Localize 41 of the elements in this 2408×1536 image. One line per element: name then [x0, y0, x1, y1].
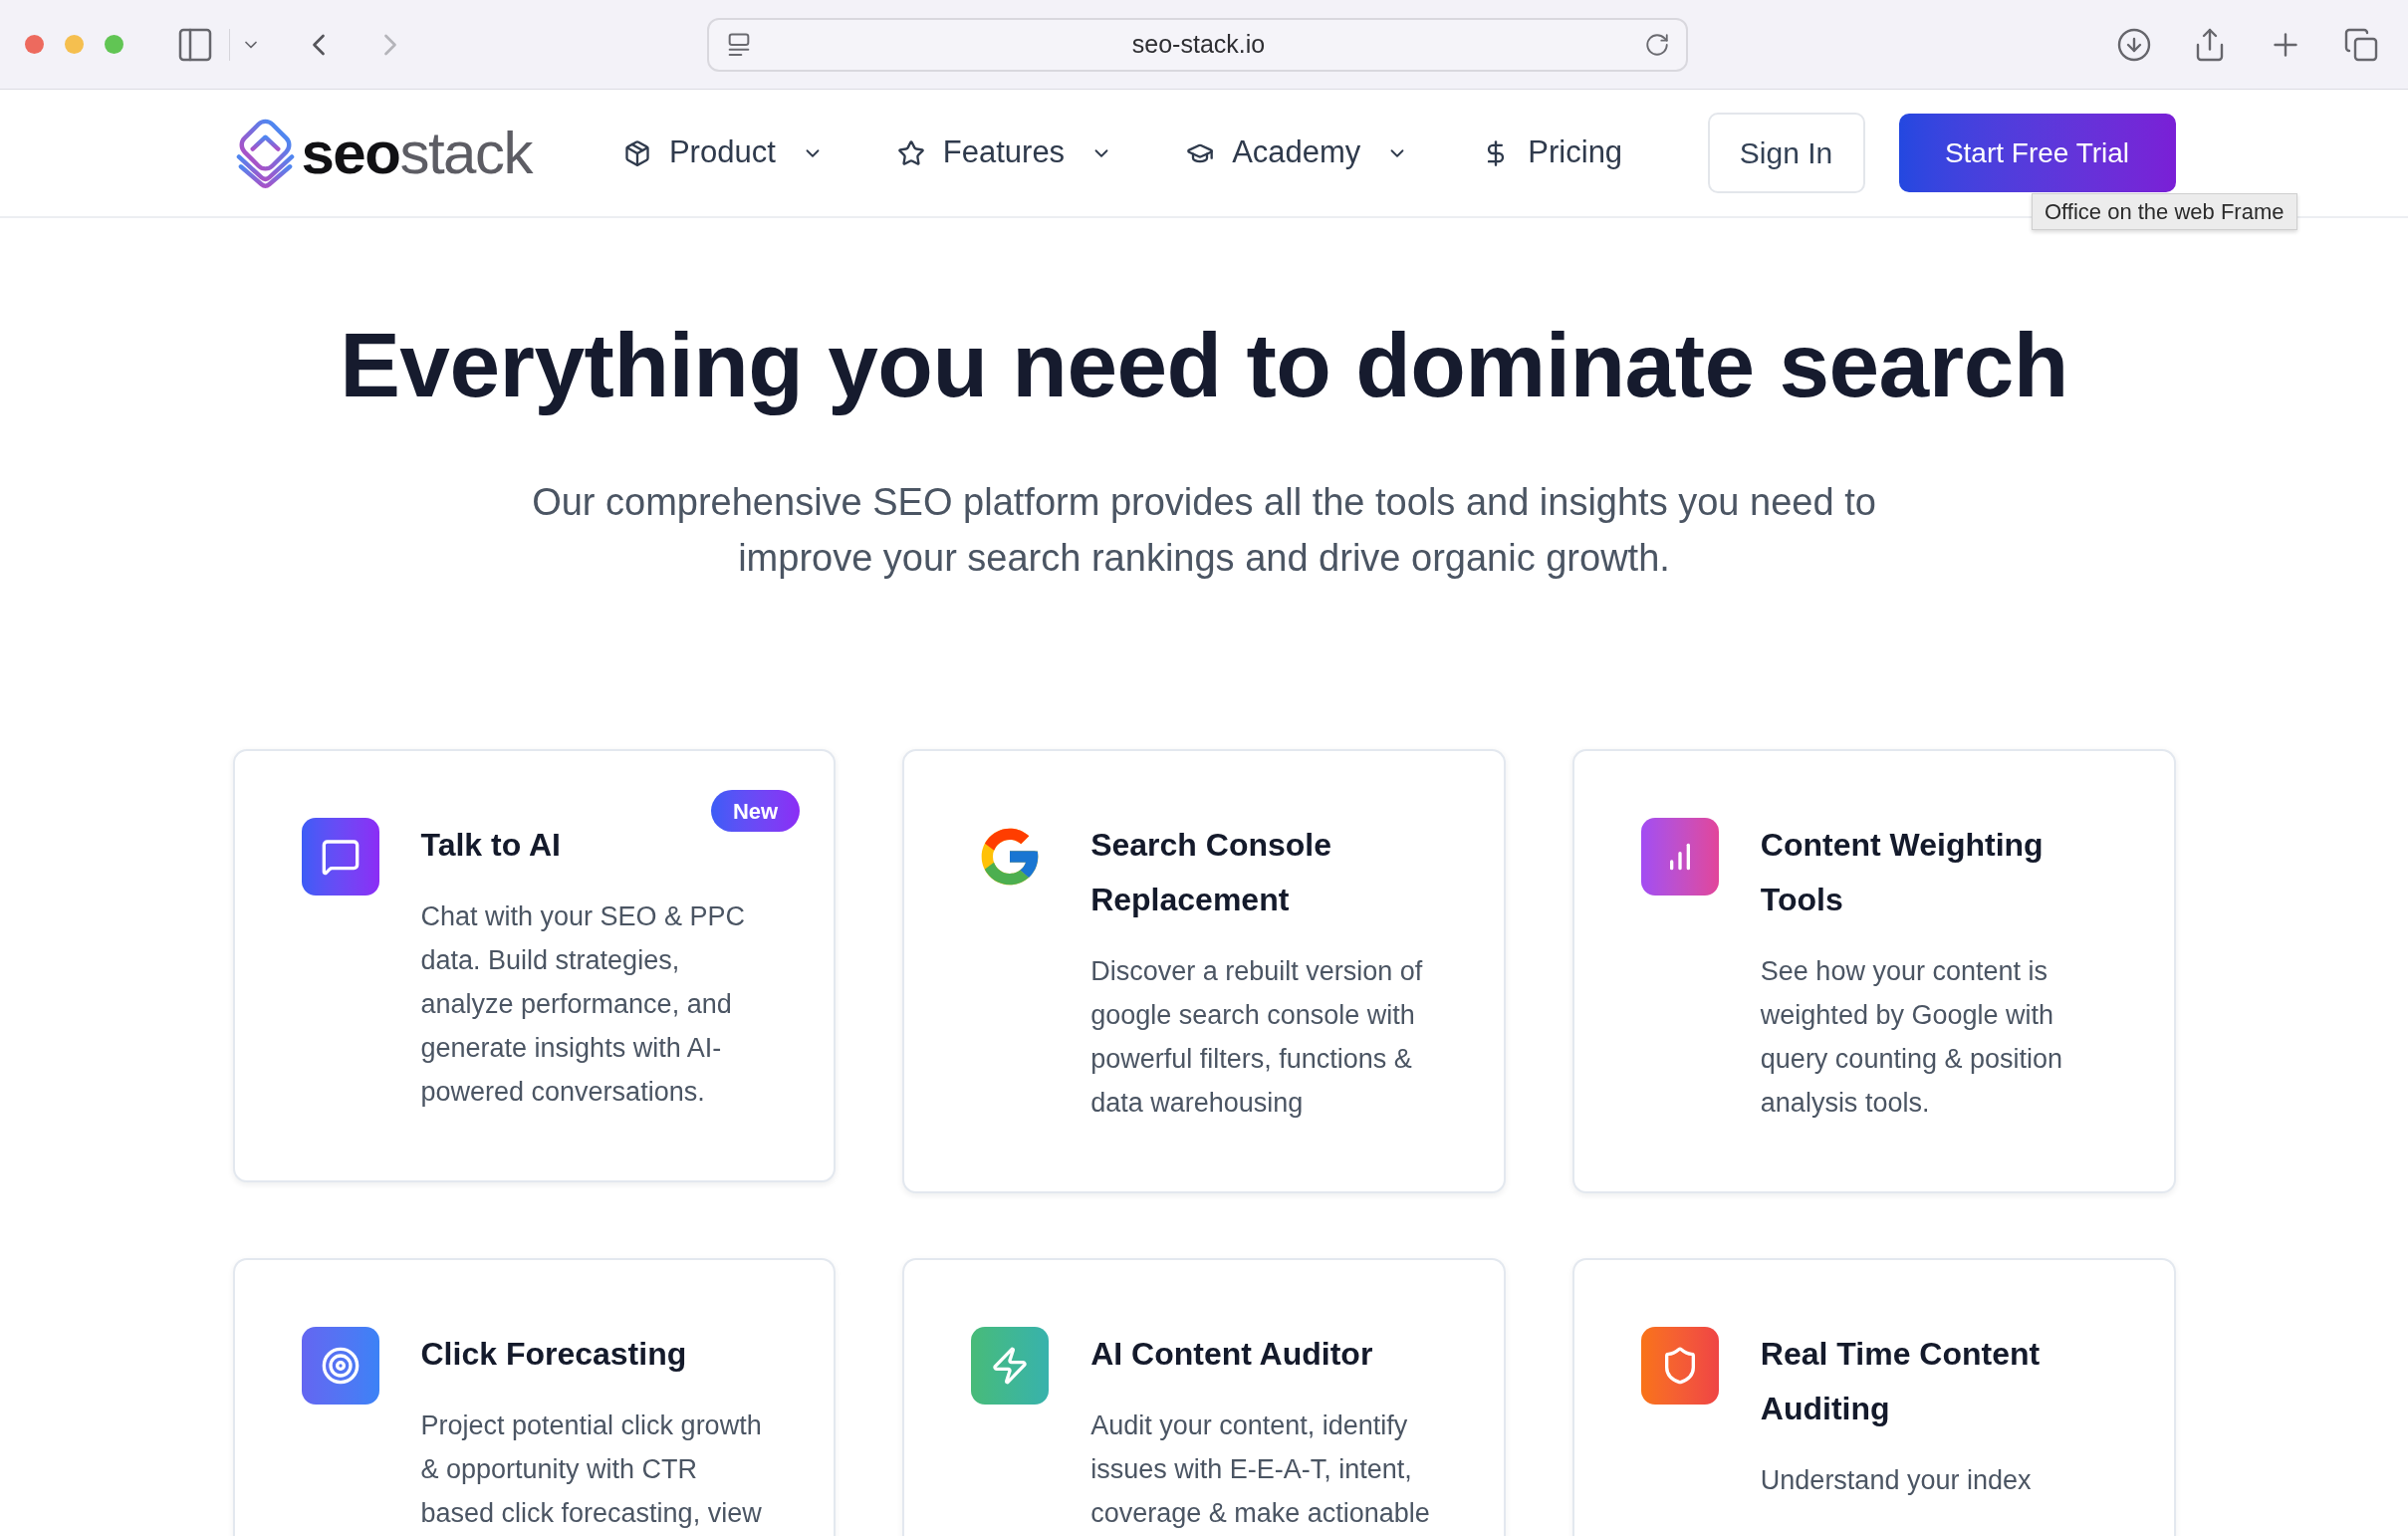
address-bar[interactable]: seo-stack.io: [707, 17, 1688, 72]
logo-wordmark[interactable]: seostack: [301, 123, 532, 183]
nav-item[interactable]: Academy: [1186, 129, 1409, 176]
download-icon[interactable]: [2116, 26, 2152, 63]
feature-card[interactable]: Click Forecasting Project potential click growth & opportunity with CTR based click forecasting, view: [232, 1258, 837, 1536]
shield-icon: [1640, 1327, 1719, 1405]
start-trial-button[interactable]: Start Free Trial: [1898, 114, 2176, 192]
star-icon: [896, 138, 925, 167]
card-description: Audit your content, identify issues with E-E-A-T, intent, coverage & make actionable: [1090, 1409, 1431, 1530]
hero-subtitle: Our comprehensive SEO platform provides all the tools and insights you need to improve your search rankings and drive organic growth.: [531, 480, 1877, 581]
target-icon: [301, 1327, 379, 1405]
card-description: Chat with your SEO & PPC data. Build strategies, analyze performance, and generate insights with AI-powered conversations.: [420, 900, 747, 1109]
feature-card[interactable]: Content Weighting Tools See how your content is weighted by Google with query counting & position analysis tools.: [1571, 749, 2176, 1193]
card-title: Content Weighting Tools: [1760, 826, 2045, 919]
card-description: Discover a rebuilt version of google search console with powerful filters, functions & data warehousing: [1090, 955, 1424, 1120]
reload-icon[interactable]: [1644, 31, 1670, 58]
card-description: Understand your index: [1760, 1464, 2033, 1497]
feature-card[interactable]: Search Console Replacement Discover a rebuilt version of google search console with powerful filters, functions & data warehousing: [902, 749, 1506, 1193]
card-title: Click Forecasting: [420, 1335, 687, 1374]
sign-in-button[interactable]: Sign In: [1707, 113, 1865, 193]
hero-heading: Everything you need to dominate search: [339, 316, 2069, 415]
feature-card[interactable]: AI Content Auditor Audit your content, identify issues with E-E-A-T, intent, coverage & make actionable: [902, 1258, 1506, 1536]
card-title: Search Console Replacement: [1090, 826, 1332, 919]
card-description: See how your content is weighted by Google with query counting & position analysis tools.: [1760, 955, 2064, 1120]
window-close-icon[interactable]: [25, 35, 44, 54]
bar-chart-icon: [1640, 818, 1719, 896]
card-title: AI Content Auditor: [1090, 1335, 1373, 1374]
tooltip: Office on the web Frame: [2032, 193, 2297, 230]
lightning-icon: [971, 1327, 1050, 1405]
box-icon: [622, 138, 651, 167]
nav-item[interactable]: Features: [896, 129, 1113, 176]
nav-item[interactable]: Product: [622, 129, 824, 176]
nav-item[interactable]: Pricing: [1482, 129, 1623, 176]
tab-overview-icon[interactable]: [2343, 26, 2379, 63]
chat-bubble-icon: [301, 818, 379, 896]
card-title: Real Time Content Auditing: [1760, 1335, 2042, 1428]
feature-card[interactable]: Real Time Content Auditing Understand your index: [1571, 1258, 2176, 1536]
card-title: Talk to AI: [420, 826, 561, 865]
feature-card[interactable]: New Talk to AI Chat with your SEO & PPC data. Build strategies, analyze performance, and generate insights with AI-powered conversations.: [232, 749, 837, 1182]
card-description: Project potential click growth & opportunity with CTR based click forecasting, view: [420, 1409, 763, 1530]
tag-badge: New: [710, 790, 801, 832]
